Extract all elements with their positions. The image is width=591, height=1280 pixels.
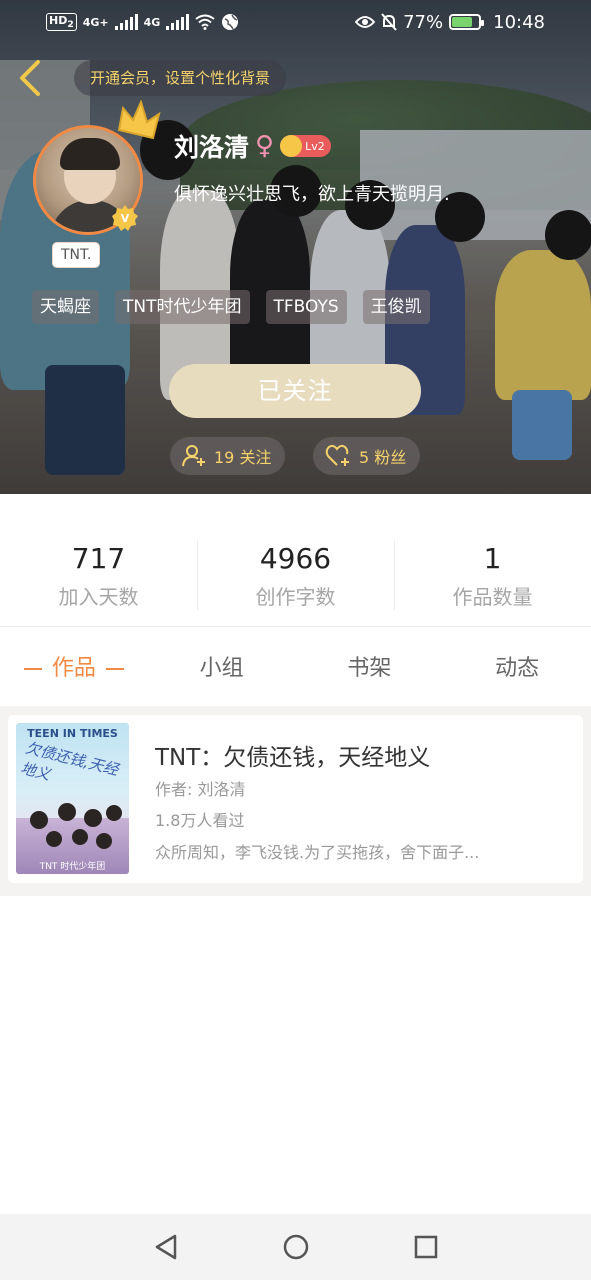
status-left: HD2 4G+ 4G — [46, 12, 239, 32]
tab-groups[interactable]: 小组 — [148, 640, 296, 698]
cover-footer: TNT 时代少年团 — [39, 862, 106, 872]
v-badge-icon: V — [112, 205, 138, 231]
tag-item[interactable]: 天蝎座 — [32, 290, 99, 324]
stat-label: 创作字数 — [255, 585, 336, 609]
book-description: 众所周知，李飞没钱.为了买拖孩，舍下面子... — [155, 843, 480, 862]
battery-percent: 77% — [403, 11, 444, 33]
book-title: TNT：欠债还钱，天经地义 — [155, 745, 431, 771]
wifi-icon — [195, 14, 215, 30]
tab-label: 作品 — [51, 656, 96, 681]
tab-works[interactable]: 作品 — [0, 640, 148, 698]
chevron-left-icon — [20, 60, 40, 96]
system-nav-bar — [0, 1214, 591, 1280]
nav-back-button[interactable] — [146, 1227, 186, 1267]
follow-button[interactable]: 已关注 — [169, 364, 421, 418]
stat-words-written: 4966 创作字数 — [197, 520, 394, 626]
hd-indicator: HD2 — [46, 12, 77, 32]
status-bar: HD2 4G+ 4G 77% 10:48 — [0, 0, 591, 44]
crown-icon — [280, 135, 303, 157]
battery-icon — [449, 14, 485, 30]
profile-screen: HD2 4G+ 4G 77% 10:48 开通会员，设置个性化背景 V TNT.… — [0, 0, 591, 1280]
person-add-icon — [182, 445, 205, 467]
circle-home-icon — [283, 1234, 308, 1260]
tab-bookshelf[interactable]: 书架 — [296, 640, 444, 698]
book-views: 1.8万人看过 — [155, 811, 245, 830]
level-badge: Lv2 — [280, 135, 331, 157]
divider — [0, 626, 591, 627]
following-button[interactable]: 19 关注 — [170, 437, 286, 475]
female-icon: ♀ — [255, 131, 275, 161]
name-row: 刘洛清 ♀ Lv2 — [174, 128, 331, 164]
tab-bar: 作品 小组 书架 动态 — [0, 640, 591, 698]
signal-icon — [166, 14, 190, 30]
tab-label: 小组 — [199, 656, 244, 681]
eye-icon — [355, 16, 376, 28]
stat-value: 1 — [483, 542, 502, 575]
tab-label: 动态 — [495, 656, 540, 681]
fans-label: 5 粉丝 — [359, 448, 407, 467]
signal-icon — [114, 14, 138, 30]
book-author: 作者: 刘洛清 — [155, 780, 246, 799]
group-tag: TNT. — [53, 243, 100, 267]
nav-recents-button[interactable] — [406, 1227, 446, 1267]
svg-text:V: V — [121, 212, 130, 225]
globe-icon — [222, 14, 239, 30]
tab-label: 书架 — [347, 656, 392, 681]
triangle-back-icon — [155, 1234, 176, 1260]
status-right: 77% 10:48 — [355, 12, 545, 33]
stat-value: 4966 — [259, 542, 332, 575]
cover-caption: 欠债还钱,天经地义 — [18, 738, 121, 784]
tag-item[interactable]: TNT时代少年团 — [115, 290, 250, 324]
nav-home-button[interactable] — [276, 1227, 316, 1267]
fans-button[interactable]: 5 粉丝 — [313, 437, 421, 475]
heart-add-icon — [325, 444, 349, 466]
user-name: 刘洛清 — [174, 133, 250, 162]
bell-off-icon — [381, 13, 397, 31]
back-button[interactable] — [14, 58, 50, 98]
stat-works-count: 1 作品数量 — [394, 520, 591, 626]
stat-label: 作品数量 — [452, 585, 533, 609]
book-cover: TEEN IN TIMES 欠债还钱,天经地义 TNT 时代少年团 — [16, 723, 129, 874]
crown-icon — [117, 100, 161, 140]
profile-header-background: HD2 4G+ 4G 77% 10:48 开通会员，设置个性化背景 V TNT.… — [0, 0, 591, 494]
stat-label: 加入天数 — [58, 585, 139, 609]
following-label: 19 关注 — [214, 448, 272, 467]
signal-label-2: 4G — [143, 15, 161, 29]
stat-days-joined: 717 加入天数 — [0, 520, 197, 626]
tag-list: 天蝎座 TNT时代少年团 TFBOYS 王俊凯 — [32, 290, 430, 324]
tab-activity[interactable]: 动态 — [443, 640, 591, 698]
level-label: Lv2 — [305, 139, 325, 153]
signal-label-1: 4G+ — [82, 15, 109, 29]
square-recents-icon — [414, 1235, 437, 1259]
vip-promo-button[interactable]: 开通会员，设置个性化背景 — [74, 60, 287, 96]
tag-item[interactable]: 王俊凯 — [362, 290, 430, 324]
stat-value: 717 — [71, 542, 126, 575]
work-card[interactable]: TEEN IN TIMES 欠债还钱,天经地义 TNT 时代少年团 TNT：欠债… — [8, 715, 583, 883]
clock: 10:48 — [493, 11, 545, 33]
user-signature: 俱怀逸兴壮思飞，欲上青天揽明月. — [174, 184, 450, 205]
tag-item[interactable]: TFBOYS — [265, 290, 347, 324]
stats-row: 717 加入天数 4966 创作字数 1 作品数量 — [0, 520, 591, 626]
